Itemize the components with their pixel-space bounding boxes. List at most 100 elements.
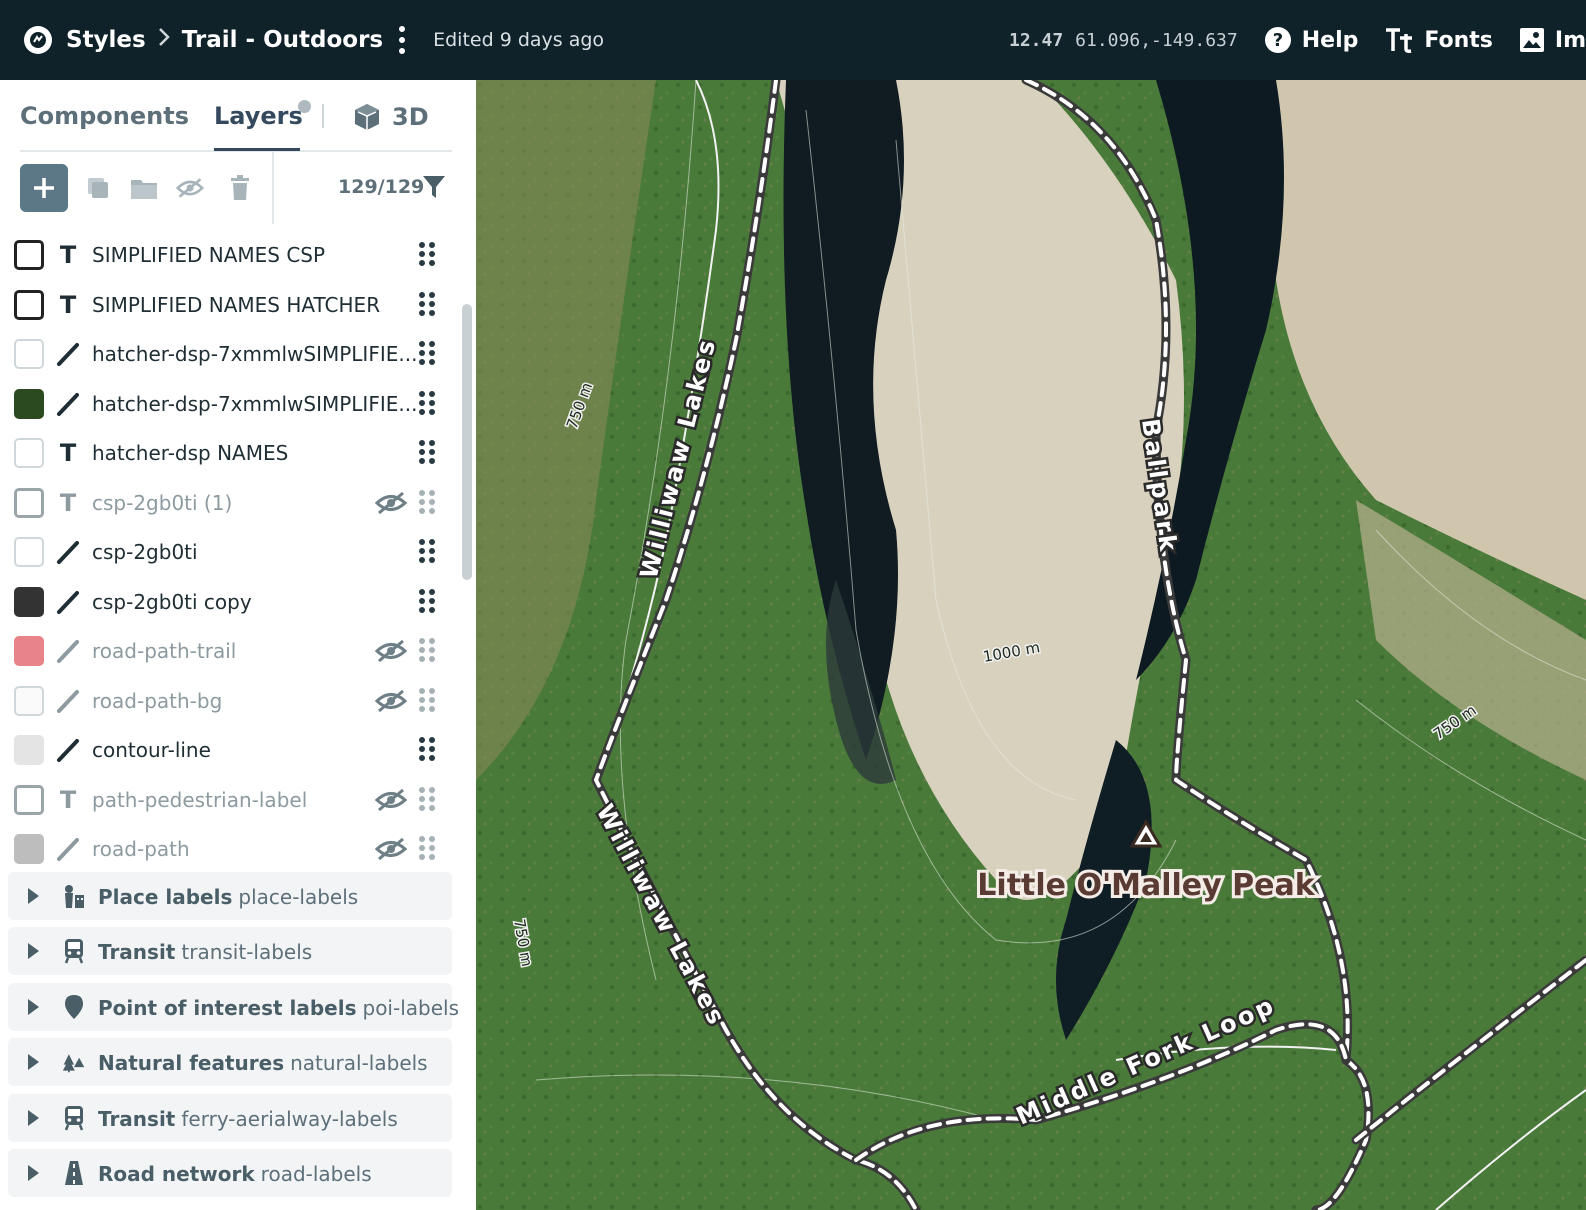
duplicate-icon[interactable] <box>84 174 112 202</box>
style-name[interactable]: Trail - Outdoors <box>182 27 383 53</box>
layer-group-road-labels[interactable]: Road network road-labels <box>8 1149 452 1197</box>
layer-group-ferry-aerialway-labels[interactable]: Transit ferry-aerialway-labels <box>8 1093 452 1142</box>
map-coordinates: 61.096,-149.637 <box>1075 29 1238 51</box>
layers-status-dot <box>298 100 311 113</box>
layer-row[interactable]: T SIMPLIFIED NAMES HATCHER <box>0 280 460 330</box>
group-title: Natural features <box>98 1051 285 1076</box>
drag-handle-icon[interactable] <box>419 786 435 811</box>
peak-label: Little O'Malley Peak <box>977 868 1315 903</box>
line-layer-icon <box>55 339 81 369</box>
layer-row[interactable]: road-path-trail <box>0 626 460 676</box>
layer-row[interactable]: road-path-bg <box>0 676 460 726</box>
layer-group-place-labels[interactable]: Place labels place-labels <box>8 872 452 920</box>
fonts-label: Fonts <box>1424 27 1493 53</box>
text-layer-icon: T <box>59 290 77 319</box>
trash-icon[interactable] <box>226 174 254 202</box>
layer-color-swatch[interactable] <box>14 586 44 617</box>
layer-row[interactable]: road-path <box>0 824 460 874</box>
folder-icon[interactable] <box>130 174 158 202</box>
layer-color-swatch[interactable] <box>14 834 44 864</box>
group-title: Point of interest labels <box>98 995 357 1020</box>
fonts-button[interactable]: Fonts <box>1384 27 1493 53</box>
map-canvas[interactable]: Williwaw Lakes Williwaw Lakes Ballpark M… <box>476 80 1586 1210</box>
layer-row[interactable]: csp-2gb0ti copy <box>0 577 460 627</box>
layer-color-swatch[interactable] <box>14 289 44 320</box>
group-title: Transit <box>98 1106 176 1131</box>
drag-handle-icon[interactable] <box>419 390 435 415</box>
drag-handle-icon[interactable] <box>419 291 435 316</box>
visibility-off-icon[interactable] <box>374 639 408 666</box>
layer-list-scrollbar[interactable] <box>462 304 472 580</box>
layer-color-swatch[interactable] <box>14 388 44 419</box>
tab-3d-label: 3D <box>392 103 429 131</box>
filter-icon[interactable] <box>422 174 446 204</box>
cube-icon <box>355 104 379 130</box>
images-button[interactable]: Im <box>1519 27 1586 53</box>
layer-row[interactable]: hatcher-dsp-7xmmlwSIMPLIFIE... <box>0 329 460 379</box>
visibility-off-icon[interactable] <box>374 689 408 716</box>
visibility-off-icon[interactable] <box>374 491 408 518</box>
images-label: Im <box>1554 27 1586 53</box>
group-label: Transit transit-labels <box>98 940 312 964</box>
group-id: road-labels <box>260 1162 372 1186</box>
add-layer-button[interactable] <box>20 164 68 212</box>
train-icon <box>62 1105 86 1131</box>
mapbox-logo-icon[interactable] <box>24 26 52 54</box>
layer-color-swatch[interactable] <box>14 735 44 765</box>
drag-handle-icon[interactable] <box>419 588 435 613</box>
layer-color-swatch[interactable] <box>14 339 44 369</box>
drag-handle-icon[interactable] <box>419 836 435 860</box>
layer-group-transit-labels[interactable]: Transit transit-labels <box>8 927 452 976</box>
expand-arrow-icon[interactable] <box>28 1109 39 1126</box>
drag-handle-icon[interactable] <box>419 539 435 563</box>
breadcrumb-styles[interactable]: Styles <box>66 27 146 53</box>
style-menu-icon[interactable] <box>399 26 406 54</box>
visibility-off-icon[interactable] <box>374 788 408 815</box>
breadcrumb-chevron-icon <box>158 27 170 53</box>
layer-name: hatcher-dsp NAMES <box>92 441 289 465</box>
layer-row[interactable]: Tpath-pedestrian-label <box>0 775 460 825</box>
tab-3d[interactable]: 3D <box>352 102 429 132</box>
expand-arrow-icon[interactable] <box>28 998 39 1015</box>
layer-row[interactable]: T SIMPLIFIED NAMES CSP <box>0 230 460 280</box>
drag-handle-icon[interactable] <box>419 440 435 464</box>
layer-row[interactable]: Tcsp-2gb0ti (1) <box>0 478 460 528</box>
image-icon <box>1519 28 1544 52</box>
layer-group-natural-labels[interactable]: Natural features natural-labels <box>8 1038 452 1087</box>
help-button[interactable]: ? Help <box>1264 26 1358 54</box>
layer-name: csp-2gb0ti <box>92 540 198 564</box>
drag-handle-icon[interactable] <box>419 737 435 761</box>
layer-color-swatch[interactable] <box>14 487 44 518</box>
layer-color-swatch[interactable] <box>14 636 44 666</box>
expand-arrow-icon[interactable] <box>28 1165 39 1181</box>
tab-layers[interactable]: Layers <box>214 102 303 130</box>
expand-arrow-icon[interactable] <box>28 888 39 904</box>
drag-handle-icon[interactable] <box>419 687 435 712</box>
layer-count: 129/129 <box>338 176 425 198</box>
drag-handle-icon[interactable] <box>419 489 435 514</box>
drag-handle-icon[interactable] <box>419 242 435 266</box>
layer-group-poi-labels[interactable]: Point of interest labels poi-labels <box>8 982 459 1031</box>
drag-handle-icon[interactable] <box>419 638 435 662</box>
add-icon <box>34 178 54 198</box>
map-svg[interactable]: Williwaw Lakes Williwaw Lakes Ballpark M… <box>476 80 1586 1210</box>
hide-icon[interactable] <box>176 174 204 202</box>
layer-row[interactable]: csp-2gb0ti <box>0 527 460 577</box>
layer-color-swatch[interactable] <box>14 537 44 567</box>
expand-arrow-icon[interactable] <box>28 943 39 960</box>
layer-color-swatch[interactable] <box>14 240 44 270</box>
layer-row[interactable]: Thatcher-dsp NAMES <box>0 428 460 478</box>
layer-row[interactable]: hatcher-dsp-7xmmlwSIMPLIFIE... <box>0 379 460 429</box>
layer-color-swatch[interactable] <box>14 438 44 468</box>
expand-arrow-icon[interactable] <box>28 1054 39 1071</box>
group-id: poi-labels <box>362 995 460 1020</box>
layer-color-swatch[interactable] <box>14 685 44 716</box>
layer-name: csp-2gb0ti copy <box>92 589 252 614</box>
tab-divider <box>322 104 324 128</box>
drag-handle-icon[interactable] <box>419 341 435 365</box>
group-title: Transit <box>98 940 176 965</box>
layer-row[interactable]: contour-line <box>0 725 460 775</box>
layer-color-swatch[interactable] <box>14 784 44 815</box>
tab-components[interactable]: Components <box>20 102 189 130</box>
visibility-off-icon[interactable] <box>374 837 408 864</box>
